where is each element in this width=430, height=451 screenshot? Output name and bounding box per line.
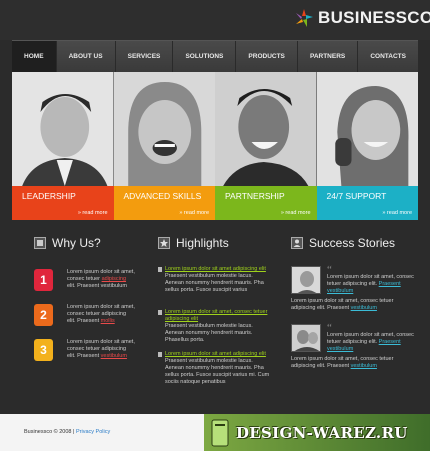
site-logo-icon [211, 419, 229, 446]
hero-banner: LEADERSHIP » read more ADVANCED SKILLS »… [12, 72, 418, 220]
quote-icon: “ [327, 322, 332, 334]
hero-panel-partnership[interactable]: PARTNERSHIP » read more [215, 72, 317, 220]
logo[interactable]: BUSINESSCO [294, 8, 430, 28]
highlight-link[interactable]: Lorem ipsum dolor sit amet adipiscing el… [165, 351, 266, 357]
watermark-text: DESIGN-WAREZ.RU [236, 423, 408, 442]
highlight-item: Lorem ipsum dolor sit amet, consec tetue… [158, 309, 271, 344]
puzzle-icon [34, 237, 46, 249]
hero-title: 24/7 SUPPORT [326, 191, 387, 201]
nav-partners[interactable]: PARTNERS [298, 41, 359, 72]
hero-title: LEADERSHIP [22, 191, 76, 201]
businessman-photo [12, 72, 114, 186]
hero-caption: ADVANCED SKILLS » read more [113, 186, 215, 220]
highlight-text: Praesent vestibulum molestie lacus. Aene… [165, 273, 264, 293]
stories-title: Success Stories [309, 236, 396, 250]
story-item: “ Lorem ipsum dolor sit amet, consec tet… [291, 264, 419, 312]
why-us-header: Why Us? [34, 236, 144, 250]
privacy-policy-link[interactable]: Privacy Policy [76, 429, 110, 435]
nav-solutions[interactable]: SOLUTIONS [173, 41, 237, 72]
why-text: Lorem ipsum dolor sit amet, consec tetue… [67, 269, 135, 289]
star-icon [158, 237, 170, 249]
header: BUSINESSCO [0, 0, 430, 40]
why-link[interactable]: adipiscing [102, 276, 126, 282]
woman-on-phone-photo [316, 72, 418, 186]
why-link[interactable]: mollis [101, 318, 115, 324]
number-badge: 1 [34, 269, 53, 291]
highlight-link[interactable]: Lorem ipsum dolor sit amet, consec tetue… [165, 309, 267, 322]
story-text: Lorem ipsum dolor sit amet, consec tetue… [291, 356, 394, 369]
quote-icon: “ [327, 264, 332, 276]
testimonial-photo [291, 266, 321, 294]
number-badge: 3 [34, 339, 53, 361]
document-icon [158, 310, 162, 315]
stories-header: Success Stories [291, 236, 419, 250]
nav-services[interactable]: SERVICES [116, 41, 174, 72]
story-text: Lorem ipsum dolor sit amet, consec tetue… [291, 298, 394, 311]
main-nav: HOME ABOUT US SERVICES SOLUTIONS PRODUCT… [12, 40, 418, 72]
highlights-title: Highlights [176, 236, 229, 250]
nav-contacts[interactable]: CONTACTS [358, 41, 418, 72]
story-link[interactable]: vestibulum [351, 305, 377, 311]
watermark-banner: DESIGN-WAREZ.RU [204, 414, 430, 451]
highlight-link[interactable]: Lorem ipsum dolor sit amet adipiscing el… [165, 266, 266, 272]
hero-panel-leadership[interactable]: LEADERSHIP » read more [12, 72, 114, 220]
highlight-text: Praesent vestibulum molestie lacus. Aene… [165, 358, 270, 385]
highlights-header: Highlights [158, 236, 276, 250]
document-icon [158, 267, 162, 272]
testimonial-photo [291, 324, 321, 352]
why-text: Lorem ipsum dolor sit amet, consec tetue… [67, 339, 135, 359]
why-us-title: Why Us? [52, 236, 101, 250]
read-more-link[interactable]: » read more [281, 210, 311, 216]
nav-products[interactable]: PRODUCTS [236, 41, 298, 72]
logo-star-icon [296, 9, 313, 27]
hero-caption: LEADERSHIP » read more [12, 186, 114, 220]
hero-panel-support[interactable]: 24/7 SUPPORT » read more [316, 72, 418, 220]
brand-name: BUSINESSCO [318, 8, 430, 27]
smiling-man-photo [215, 72, 317, 186]
why-item: 3 Lorem ipsum dolor sit amet, consec tet… [34, 339, 135, 361]
highlight-item: Lorem ipsum dolor sit amet adipiscing el… [158, 351, 271, 386]
why-text: Lorem ipsum dolor sit amet, consec tetue… [67, 304, 135, 324]
story-link[interactable]: vestibulum [351, 363, 377, 369]
why-item: 2 Lorem ipsum dolor sit amet, consec tet… [34, 304, 135, 326]
why-link[interactable]: vestibulum [101, 353, 127, 359]
document-icon [158, 352, 162, 357]
user-icon [291, 237, 303, 249]
read-more-link[interactable]: » read more [78, 210, 108, 216]
read-more-link[interactable]: » read more [179, 210, 209, 216]
highlight-item: Lorem ipsum dolor sit amet adipiscing el… [158, 266, 271, 294]
hero-panel-advanced-skills[interactable]: ADVANCED SKILLS » read more [113, 72, 215, 220]
hero-caption: PARTNERSHIP » read more [215, 186, 317, 220]
woman-winking-photo [113, 72, 215, 186]
hero-title: PARTNERSHIP [225, 191, 285, 201]
why-us-section: Why Us? 1 Lorem ipsum dolor sit amet, co… [34, 236, 144, 406]
nav-about-us[interactable]: ABOUT US [57, 41, 116, 72]
hero-caption: 24/7 SUPPORT » read more [316, 186, 418, 220]
story-item: “ Lorem ipsum dolor sit amet, consec tet… [291, 322, 419, 370]
number-badge: 2 [34, 304, 53, 326]
highlight-text: Praesent vestibulum molestie lacus. Aene… [165, 323, 253, 343]
nav-home[interactable]: HOME [12, 41, 57, 72]
success-stories-section: Success Stories “ Lorem ipsum dolor sit … [291, 236, 419, 406]
read-more-link[interactable]: » read more [382, 210, 412, 216]
highlights-section: Highlights Lorem ipsum dolor sit amet ad… [158, 236, 276, 406]
copyright: Businessco © 2008 | Privacy Policy [24, 429, 111, 435]
hero-title: ADVANCED SKILLS [123, 191, 202, 201]
why-item: 1 Lorem ipsum dolor sit amet, consec tet… [34, 269, 135, 291]
